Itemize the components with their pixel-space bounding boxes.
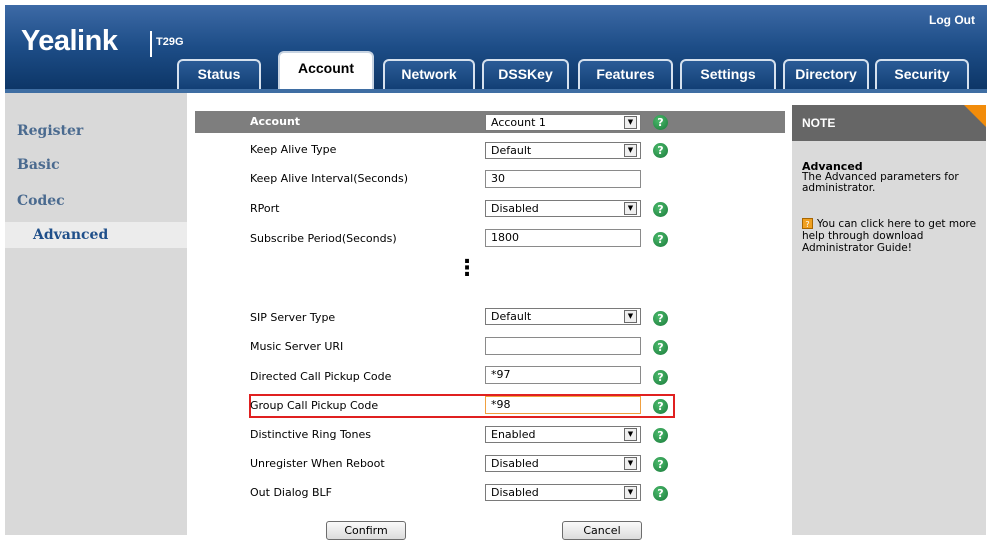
tab-security[interactable]: Security — [875, 59, 969, 89]
sidebar-item-register[interactable]: Register — [17, 123, 83, 139]
sidebar-item-codec[interactable]: Codec — [17, 193, 65, 209]
unregister-reboot-select[interactable]: Disabled ▼ — [485, 455, 641, 472]
note-header: NOTE — [792, 105, 986, 141]
page-frame: Yealink T29G Log Out Status Account Netw… — [5, 5, 987, 540]
keep-alive-type-select[interactable]: Default ▼ — [485, 142, 641, 159]
chevron-down-icon: ▼ — [624, 144, 637, 157]
top-header: Yealink T29G Log Out Status Account Netw… — [5, 5, 987, 89]
out-dialog-blf-select[interactable]: Disabled ▼ — [485, 484, 641, 501]
keep-alive-interval-label: Keep Alive Interval(Seconds) — [250, 172, 409, 185]
note-help-text[interactable]: You can click here to get more help thro… — [802, 218, 982, 254]
help-icon[interactable]: ? — [653, 311, 668, 326]
help-icon[interactable]: ? — [653, 428, 668, 443]
sip-server-type-value: Default — [491, 310, 532, 323]
subscribe-period-label: Subscribe Period(Seconds) — [250, 232, 397, 245]
account-select[interactable]: Account 1 ▼ — [485, 114, 641, 131]
cancel-button[interactable]: Cancel — [562, 521, 642, 540]
help-icon[interactable]: ? — [653, 143, 668, 158]
help-icon[interactable]: ? — [653, 202, 668, 217]
account-select-value: Account 1 — [491, 116, 546, 129]
note-panel: NOTE Advanced The Advanced parameters fo… — [792, 105, 986, 535]
tab-directory[interactable]: Directory — [783, 59, 869, 89]
sidebar-item-advanced[interactable]: Advanced — [5, 222, 187, 248]
rport-value: Disabled — [491, 202, 539, 215]
chevron-down-icon: ▼ — [624, 116, 637, 129]
sidebar-item-basic[interactable]: Basic — [17, 157, 60, 173]
chevron-down-icon: ▼ — [624, 428, 637, 441]
rport-select[interactable]: Disabled ▼ — [485, 200, 641, 217]
ellipsis-icon: ⋮ — [456, 256, 478, 281]
yealink-logo: Yealink — [21, 25, 118, 57]
chevron-down-icon: ▼ — [624, 202, 637, 215]
tab-status[interactable]: Status — [177, 59, 261, 89]
help-icon[interactable]: ? — [653, 115, 668, 130]
unregister-reboot-label: Unregister When Reboot — [250, 457, 385, 470]
directed-call-pickup-label: Directed Call Pickup Code — [250, 370, 392, 383]
distinctive-ring-label: Distinctive Ring Tones — [250, 428, 371, 441]
directed-call-pickup-input[interactable]: *97 — [485, 366, 641, 384]
logo-separator — [150, 31, 152, 57]
tab-dsskey[interactable]: DSSKey — [482, 59, 569, 89]
model-label: T29G — [156, 36, 184, 48]
help-icon[interactable]: ? — [653, 399, 668, 414]
out-dialog-blf-label: Out Dialog BLF — [250, 486, 332, 499]
logout-link[interactable]: Log Out — [929, 13, 975, 27]
subscribe-period-input[interactable]: 1800 — [485, 229, 641, 247]
keep-alive-interval-input[interactable]: 30 — [485, 170, 641, 188]
help-icon[interactable]: ? — [653, 232, 668, 247]
sip-server-type-label: SIP Server Type — [250, 311, 336, 324]
tab-account[interactable]: Account — [278, 51, 374, 89]
sip-server-type-select[interactable]: Default ▼ — [485, 308, 641, 325]
rport-label: RPort — [250, 202, 280, 215]
account-label: Account — [250, 115, 301, 128]
music-server-uri-input[interactable] — [485, 337, 641, 355]
music-server-uri-label: Music Server URI — [250, 340, 344, 353]
distinctive-ring-select[interactable]: Enabled ▼ — [485, 426, 641, 443]
note-flag-icon — [964, 105, 986, 127]
group-call-pickup-input[interactable]: *98 — [485, 396, 641, 414]
keep-alive-type-label: Keep Alive Type — [250, 143, 337, 156]
note-advanced-text: The Advanced parameters for administrato… — [802, 171, 959, 194]
tab-network[interactable]: Network — [383, 59, 475, 89]
tab-settings[interactable]: Settings — [680, 59, 776, 89]
confirm-button[interactable]: Confirm — [326, 521, 406, 540]
unregister-reboot-value: Disabled — [491, 457, 539, 470]
help-icon[interactable]: ? — [653, 486, 668, 501]
note-title: NOTE — [802, 116, 836, 130]
chevron-down-icon: ▼ — [624, 486, 637, 499]
help-icon[interactable]: ? — [653, 457, 668, 472]
sidebar: Register Basic Codec Advanced — [5, 93, 187, 535]
chevron-down-icon: ▼ — [624, 457, 637, 470]
keep-alive-type-value: Default — [491, 144, 532, 157]
out-dialog-blf-value: Disabled — [491, 486, 539, 499]
chevron-down-icon: ▼ — [624, 310, 637, 323]
distinctive-ring-value: Enabled — [491, 428, 536, 441]
help-icon[interactable]: ? — [653, 370, 668, 385]
group-call-pickup-label: Group Call Pickup Code — [250, 399, 379, 412]
tab-features[interactable]: Features — [578, 59, 673, 89]
help-icon[interactable]: ? — [653, 340, 668, 355]
